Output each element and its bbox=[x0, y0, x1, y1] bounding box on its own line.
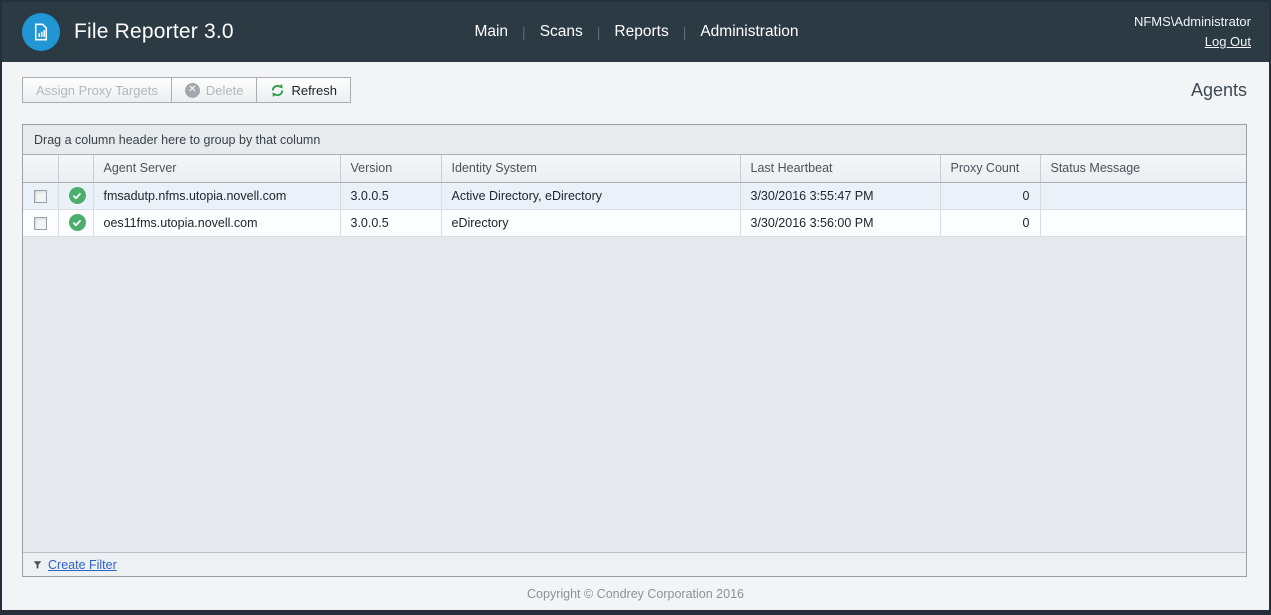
row-checkbox[interactable] bbox=[34, 217, 47, 230]
copyright-text: Copyright © Condrey Corporation 2016 bbox=[527, 587, 744, 601]
grid-empty-area bbox=[23, 237, 1246, 553]
assign-proxy-targets-button[interactable]: Assign Proxy Targets bbox=[22, 77, 172, 103]
column-header-version[interactable]: Version bbox=[340, 155, 441, 182]
delete-label: Delete bbox=[206, 83, 244, 98]
agent-ok-status-icon bbox=[69, 214, 86, 231]
toolbar-row: Assign Proxy Targets ✕ Delete Refresh Ag… bbox=[2, 62, 1269, 116]
status-message-cell bbox=[1040, 209, 1246, 236]
logout-link[interactable]: Log Out bbox=[1205, 32, 1251, 52]
agent-server-cell: oes11fms.utopia.novell.com bbox=[93, 209, 340, 236]
main-nav: Main | Scans | Reports | Administration bbox=[382, 17, 891, 47]
row-status-cell bbox=[58, 209, 93, 236]
agents-grid-panel: Drag a column header here to group by th… bbox=[22, 124, 1247, 577]
app-window: File Reporter 3.0 Main | Scans | Reports… bbox=[0, 0, 1271, 615]
row-checkbox[interactable] bbox=[34, 190, 47, 203]
row-status-cell bbox=[58, 182, 93, 209]
column-header-identity-system[interactable]: Identity System bbox=[441, 155, 740, 182]
group-by-drop-zone[interactable]: Drag a column header here to group by th… bbox=[23, 125, 1246, 155]
identity-system-cell: Active Directory, eDirectory bbox=[441, 182, 740, 209]
create-filter-link[interactable]: Create Filter bbox=[48, 558, 117, 572]
row-checkbox-cell bbox=[23, 209, 58, 236]
row-checkbox-cell bbox=[23, 182, 58, 209]
agents-table: Agent Server Version Identity System Las… bbox=[23, 155, 1246, 237]
column-header-agent-server[interactable]: Agent Server bbox=[93, 155, 340, 182]
table-row[interactable]: oes11fms.utopia.novell.com 3.0.0.5 eDire… bbox=[23, 209, 1246, 236]
status-message-cell bbox=[1040, 182, 1246, 209]
agent-server-cell: fmsadutp.nfms.utopia.novell.com bbox=[93, 182, 340, 209]
logged-in-user: NFMS\Administrator bbox=[891, 12, 1251, 32]
document-chart-icon bbox=[30, 21, 52, 43]
assign-proxy-targets-label: Assign Proxy Targets bbox=[36, 83, 158, 98]
last-heartbeat-cell: 3/30/2016 3:55:47 PM bbox=[740, 182, 940, 209]
proxy-count-cell: 0 bbox=[940, 209, 1040, 236]
version-cell: 3.0.0.5 bbox=[340, 209, 441, 236]
user-block: NFMS\Administrator Log Out bbox=[891, 12, 1251, 52]
nav-item-reports[interactable]: Reports bbox=[600, 17, 682, 47]
table-header-row: Agent Server Version Identity System Las… bbox=[23, 155, 1246, 182]
table-row[interactable]: fmsadutp.nfms.utopia.novell.com 3.0.0.5 … bbox=[23, 182, 1246, 209]
select-all-header-cell bbox=[23, 155, 58, 182]
agent-ok-status-icon bbox=[69, 187, 86, 204]
proxy-count-cell: 0 bbox=[940, 182, 1040, 209]
refresh-icon bbox=[270, 83, 285, 98]
nav-item-scans[interactable]: Scans bbox=[526, 17, 597, 47]
brand: File Reporter 3.0 bbox=[22, 13, 382, 51]
toolbar-button-group: Assign Proxy Targets ✕ Delete Refresh bbox=[22, 77, 351, 103]
group-by-hint: Drag a column header here to group by th… bbox=[34, 133, 320, 147]
page-title: Agents bbox=[1191, 77, 1247, 101]
filter-funnel-icon bbox=[33, 560, 42, 570]
column-header-proxy-count[interactable]: Proxy Count bbox=[940, 155, 1040, 182]
nav-item-main[interactable]: Main bbox=[460, 17, 522, 47]
footer-bar: Copyright © Condrey Corporation 2016 bbox=[2, 577, 1269, 610]
file-reporter-logo-icon bbox=[22, 13, 60, 51]
refresh-label: Refresh bbox=[291, 83, 337, 98]
column-header-status-message[interactable]: Status Message bbox=[1040, 155, 1246, 182]
app-header: File Reporter 3.0 Main | Scans | Reports… bbox=[2, 2, 1269, 62]
delete-icon: ✕ bbox=[185, 83, 200, 98]
delete-button[interactable]: ✕ Delete bbox=[171, 77, 258, 103]
refresh-button[interactable]: Refresh bbox=[256, 77, 351, 103]
status-icon-header-cell bbox=[58, 155, 93, 182]
identity-system-cell: eDirectory bbox=[441, 209, 740, 236]
app-title: File Reporter 3.0 bbox=[74, 20, 234, 44]
filter-bar: Create Filter bbox=[23, 552, 1246, 576]
last-heartbeat-cell: 3/30/2016 3:56:00 PM bbox=[740, 209, 940, 236]
version-cell: 3.0.0.5 bbox=[340, 182, 441, 209]
column-header-last-heartbeat[interactable]: Last Heartbeat bbox=[740, 155, 940, 182]
nav-item-administration[interactable]: Administration bbox=[686, 17, 812, 47]
